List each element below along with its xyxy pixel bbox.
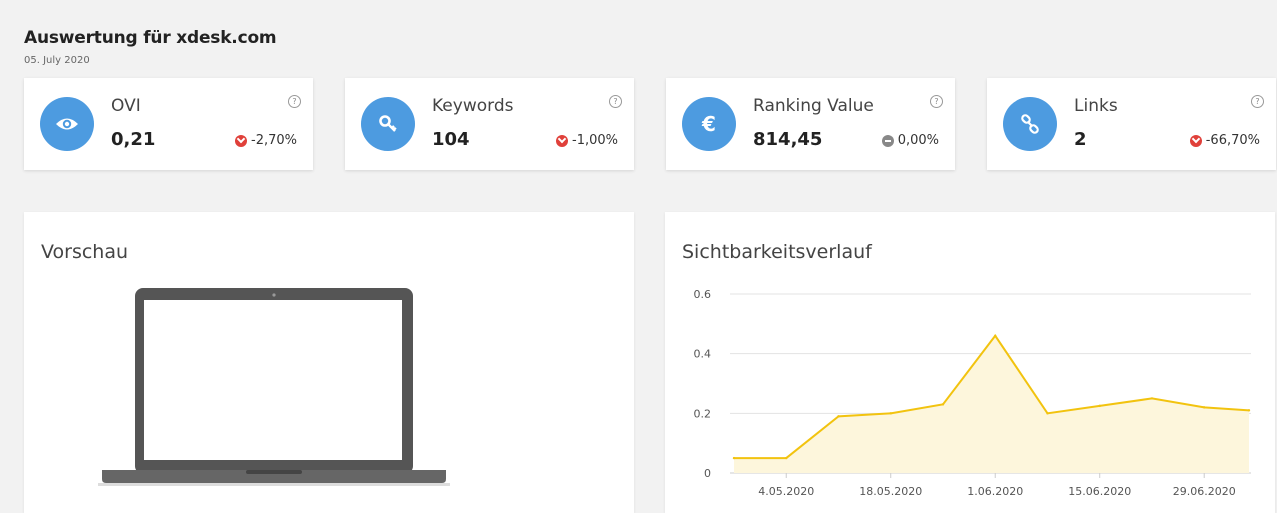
y-tick-label: 0.2 [694,407,712,420]
euro-symbol: € [702,112,716,136]
data-point [1150,397,1154,400]
kpi-card-links: Links 2 ? -66,70% [987,78,1276,170]
kpi-change: -2,70% [235,133,297,148]
report-date: 05. July 2020 [24,55,90,66]
kpi-change-value: -2,70% [251,133,297,148]
kpi-label: OVI [111,96,141,116]
trend-neutral-icon [881,134,894,147]
x-tick-label: 18.05.2020 [859,485,922,498]
page-title: Auswertung für xdesk.com [24,28,277,48]
data-point [1247,409,1251,412]
x-tick-label: 1.06.2020 [967,485,1023,498]
data-point [732,456,736,460]
data-point [1203,406,1206,409]
trend-down-icon [1189,134,1202,147]
laptop-preview-image [98,288,450,486]
x-tick-label: 15.06.2020 [1068,485,1131,498]
panel-title: Vorschau [41,241,129,263]
kpi-change: 0,00% [881,133,939,148]
data-point [1098,404,1101,408]
data-point [889,412,892,415]
help-icon[interactable]: ? [288,95,301,108]
link-icon [1003,97,1057,151]
data-point [941,403,945,406]
help-icon[interactable]: ? [930,95,943,108]
kpi-label: Ranking Value [753,96,874,116]
key-icon [361,97,415,151]
y-tick-label: 0.6 [694,288,712,301]
data-point [1046,412,1049,415]
visibility-panel: Sichtbarkeitsverlauf 0 0.2 0.4 0.6 4.05.2020… [665,212,1275,513]
euro-icon: € [682,97,736,151]
kpi-card-keywords: Keywords 104 ? -1,00% [345,78,634,170]
x-tick-label: 29.06.2020 [1173,485,1236,498]
help-icon[interactable]: ? [609,95,622,108]
eye-icon [40,97,94,151]
kpi-value: 104 [432,129,470,150]
kpi-card-ovi: OVI 0,21 ? -2,70% [24,78,313,170]
y-tick-label: 0 [704,467,711,480]
visibility-chart: 0 0.2 0.4 0.6 4.05.2020 18.05.2020 1.06.2020 15… [694,288,1251,498]
kpi-label: Keywords [432,96,514,116]
y-tick-label: 0.4 [694,348,712,361]
kpi-change-value: -1,00% [572,133,618,148]
series-area [734,335,1249,473]
kpi-card-ranking-value: € Ranking Value 814,45 ? 0,00% [666,78,955,170]
data-point [994,334,997,337]
preview-panel: Vorschau [24,212,634,513]
x-tick-label: 4.05.2020 [758,485,814,498]
kpi-value: 2 [1074,129,1087,150]
data-point [837,415,840,418]
kpi-change: -66,70% [1189,133,1260,148]
data-point [785,456,788,460]
kpi-label: Links [1074,96,1118,116]
kpi-change-value: 0,00% [897,133,939,148]
kpi-change-value: -66,70% [1205,133,1260,148]
kpi-change: -1,00% [556,133,618,148]
kpi-value: 814,45 [753,129,823,150]
kpi-value: 0,21 [111,129,156,150]
page: Auswertung für xdesk.com 05. July 2020 O… [0,0,1277,513]
trend-down-icon [235,134,247,147]
help-icon[interactable]: ? [1251,95,1264,108]
trend-down-icon [556,134,568,147]
